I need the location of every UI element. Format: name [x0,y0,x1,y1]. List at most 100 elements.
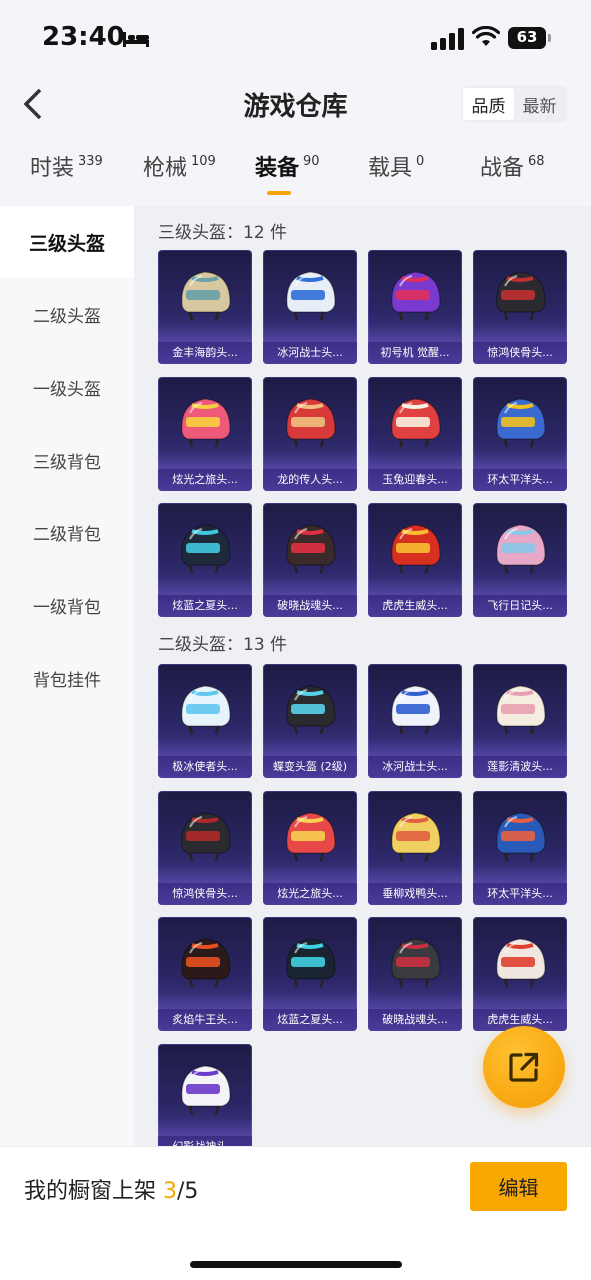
share-button[interactable] [483,1026,565,1108]
helmet-icon [496,397,546,447]
item-card[interactable]: 环太平洋头... [473,376,567,491]
item-card[interactable]: 炫蓝之夏头... [263,917,357,1031]
helmet-icon [181,524,231,574]
item-name: 破晓战魂头... [263,595,357,617]
helmet-icon [391,938,441,988]
item-name: 破晓战魂头... [368,1009,462,1031]
item-card[interactable]: 炫光之旅头... [158,376,252,491]
item-name: 飞行日记头... [473,595,567,617]
tab-count: 339 [78,154,103,169]
item-card[interactable]: 莲影清波头... [473,664,567,778]
cellular-signal-icon [431,28,464,50]
helmet-icon [181,938,231,988]
item-name: 莲影清波头... [473,756,567,778]
item-name: 初号机 觉醒... [368,342,462,364]
tab-3[interactable]: 载具 0 [368,150,424,198]
tab-count: 109 [191,154,216,169]
sidebar-item-6[interactable]: 背包挂件 [0,642,134,714]
item-card[interactable]: 金丰海韵头... [158,250,252,364]
sidebar-item-2[interactable]: 一级头盔 [0,351,134,423]
active-tab-indicator [267,191,291,195]
showcase-count: 3 [163,1179,177,1204]
item-card[interactable]: 环太平洋头... [473,790,567,905]
tab-label: 载具 [368,156,413,181]
sidebar-item-1[interactable]: 二级头盔 [0,278,134,350]
item-card[interactable]: 初号机 觉醒... [368,250,462,364]
helmet-icon [496,811,546,861]
helmet-icon [286,397,336,447]
item-card[interactable]: 炙焰牛王头... [158,917,252,1031]
tab-4[interactable]: 战备 68 [480,150,545,198]
sleep-mode-icon [123,32,149,47]
item-name: 垂柳戏鸭头... [368,882,462,905]
item-name: 玉兔迎春头... [368,468,462,491]
battery-tip [548,34,551,42]
sort-newest-option[interactable]: 最新 [514,88,565,120]
item-name: 环太平洋头... [473,882,567,905]
helmet-icon [286,271,336,321]
tab-label: 装备 [255,156,300,181]
item-card[interactable]: 惊鸿侠骨头... [473,250,567,364]
tab-count: 0 [416,154,425,169]
helmet-icon [496,938,546,988]
item-card[interactable]: 极冰使者头... [158,664,252,778]
item-name: 惊鸿侠骨头... [473,342,567,364]
tab-0[interactable]: 时装 339 [30,150,103,198]
item-card[interactable]: 飞行日记头... [473,503,567,617]
showcase-status: 我的橱窗上架 3/5 [24,1173,198,1205]
item-card[interactable]: 虎虎生威头... [368,503,462,617]
share-external-icon [509,1052,539,1082]
item-card[interactable]: 冰河战士头... [368,664,462,778]
section-title: 三级头盔：12 件 [158,223,288,243]
helmet-icon [496,271,546,321]
bottom-bar: 我的橱窗上架 3/5 编辑 [0,1146,591,1280]
battery-icon: 63 [508,27,552,49]
sidebar: 三级头盔 二级头盔 一级头盔 三级背包 二级背包 一级背包 背包挂件 [0,206,134,1146]
item-name: 炙焰牛王头... [158,1009,252,1031]
item-name: 炫光之旅头... [263,882,357,905]
item-card[interactable]: 龙的传人头... [263,376,357,491]
status-bar: 23:40 63 [0,0,591,72]
sidebar-item-4[interactable]: 二级背包 [0,496,134,568]
helmet-icon [286,938,336,988]
helmet-icon [286,811,336,861]
item-card[interactable]: 垂柳戏鸭头... [368,790,462,905]
item-card[interactable]: 玉兔迎春头... [368,376,462,491]
showcase-total: /5 [177,1179,199,1204]
helmet-icon [181,685,231,735]
item-card[interactable]: 蝶变头盔 (2级) [263,664,357,778]
item-grid[interactable]: 三级头盔：12 件金丰海韵头... 冰河战士头... 初号机 觉醒... 惊鸿侠骨头.… [134,206,591,1146]
helmet-icon [391,271,441,321]
item-name: 冰河战士头... [368,756,462,778]
showcase-label: 我的橱窗上架 [24,1179,163,1204]
helmet-icon [286,524,336,574]
item-card[interactable]: 惊鸿侠骨头... [158,790,252,905]
item-card[interactable]: 破晓战魂头... [263,503,357,617]
status-time: 23:40 [42,22,125,52]
item-card[interactable]: 炫蓝之夏头... [158,503,252,617]
item-name: 虎虎生威头... [368,595,462,617]
sidebar-item-3[interactable]: 三级背包 [0,424,134,496]
helmet-icon [181,271,231,321]
item-card[interactable]: 冰河战士头... [263,250,357,364]
helmet-icon [181,811,231,861]
tab-count: 90 [303,154,320,169]
item-card[interactable]: 虎虎生威头... [473,917,567,1031]
item-card[interactable]: 破晓战魂头... [368,917,462,1031]
item-card[interactable]: 幻影战神头... [158,1043,252,1146]
sidebar-item-0[interactable]: 三级头盔 [0,206,134,278]
section-title: 二级头盔：13 件 [158,635,288,655]
sidebar-item-5[interactable]: 一级背包 [0,569,134,641]
tab-label: 战备 [480,156,525,181]
item-name: 极冰使者头... [158,756,252,778]
helmet-icon [496,524,546,574]
edit-button[interactable]: 编辑 [470,1162,567,1211]
tab-1[interactable]: 枪械 109 [143,150,216,198]
item-name: 蝶变头盔 (2级) [263,756,357,778]
item-name: 炫蓝之夏头... [158,595,252,617]
item-card[interactable]: 炫光之旅头... [263,790,357,905]
sort-quality-option[interactable]: 品质 [463,88,514,120]
helmet-icon [181,1064,231,1114]
helmet-icon [181,397,231,447]
home-indicator[interactable] [190,1261,402,1268]
